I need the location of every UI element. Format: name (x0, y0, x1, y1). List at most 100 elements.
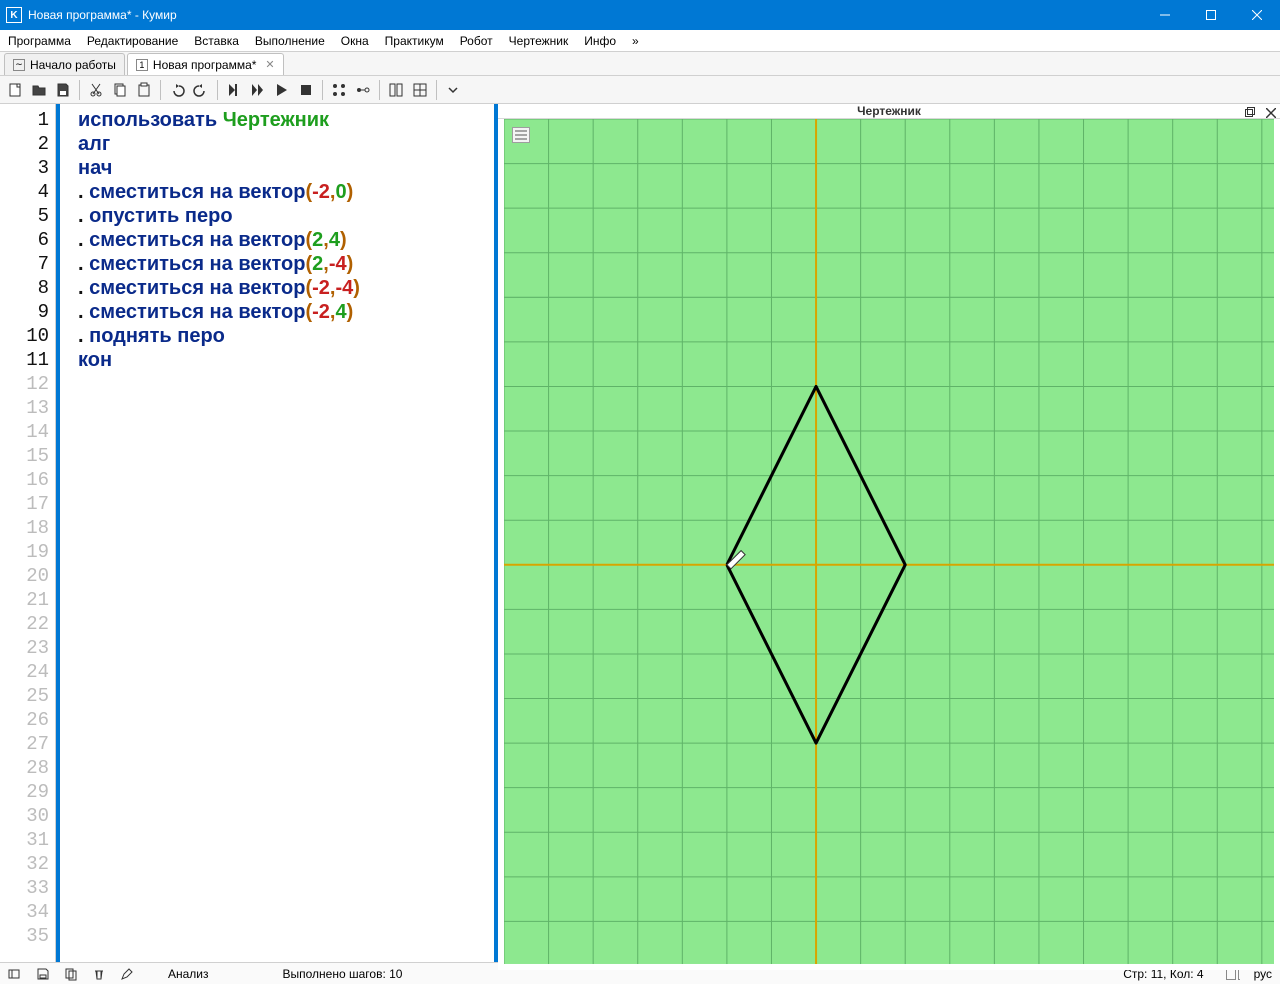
line-number: 21 (0, 588, 55, 612)
minimize-button[interactable] (1142, 0, 1188, 30)
drawer-canvas[interactable] (498, 119, 1280, 970)
save-icon[interactable] (36, 967, 50, 981)
line-number: 5 (0, 204, 55, 228)
line-number: 31 (0, 828, 55, 852)
menu-bar: ПрограммаРедактированиеВставкаВыполнение… (0, 30, 1280, 52)
menu-item-5[interactable]: Практикум (377, 30, 452, 52)
editor-pane: 1234567891011121314151617181920212223242… (0, 104, 498, 962)
tab-label: Новая программа* (153, 58, 257, 72)
code-line: . сместиться на вектор(-2,-4) (78, 276, 490, 300)
line-number: 18 (0, 516, 55, 540)
code-line: нач (78, 156, 490, 180)
status-analysis: Анализ (168, 967, 209, 981)
line-number: 24 (0, 660, 55, 684)
menu-item-1[interactable]: Редактирование (79, 30, 186, 52)
line-number: 22 (0, 612, 55, 636)
menu-item-0[interactable]: Программа (0, 30, 79, 52)
menu-item-6[interactable]: Робот (452, 30, 501, 52)
toolbar-separator (379, 80, 380, 100)
drawer-header: Чертежник (498, 104, 1280, 119)
line-gutter: 1234567891011121314151617181920212223242… (0, 104, 56, 962)
window-title: Новая программа* - Кумир (28, 8, 1142, 22)
line-number: 34 (0, 900, 55, 924)
code-line: . сместиться на вектор(2,-4) (78, 252, 490, 276)
menu-item-2[interactable]: Вставка (186, 30, 247, 52)
line-number: 14 (0, 420, 55, 444)
code-line: . сместиться на вектор(-2,4) (78, 300, 490, 324)
run-fast-button[interactable] (223, 79, 245, 101)
tab-icon: 1 (136, 59, 148, 71)
gutter-highlight (56, 104, 60, 962)
close-button[interactable] (1234, 0, 1280, 30)
line-number: 28 (0, 756, 55, 780)
copy-button[interactable] (109, 79, 131, 101)
drawer-pane: Чертежник (498, 104, 1280, 962)
line-number: 32 (0, 852, 55, 876)
tab-1[interactable]: 1 Новая программа* ✕ (127, 53, 284, 75)
line-number: 19 (0, 540, 55, 564)
grid-on-button[interactable] (328, 79, 350, 101)
code-line: . сместиться на вектор(2,4) (78, 228, 490, 252)
line-number: 35 (0, 924, 55, 948)
tab-close-icon[interactable]: ✕ (265, 58, 274, 71)
line-number: 12 (0, 372, 55, 396)
menu-item-7[interactable]: Чертежник (501, 30, 577, 52)
grid-canvas (504, 119, 1274, 964)
title-bar: K Новая программа* - Кумир (0, 0, 1280, 30)
line-number: 13 (0, 396, 55, 420)
paste-button[interactable] (133, 79, 155, 101)
layout-button[interactable] (409, 79, 431, 101)
line-number: 10 (0, 324, 55, 348)
line-number: 6 (0, 228, 55, 252)
line-number: 7 (0, 252, 55, 276)
line-number: 2 (0, 132, 55, 156)
undo-button[interactable] (166, 79, 188, 101)
save-button[interactable] (52, 79, 74, 101)
redo-button[interactable] (190, 79, 212, 101)
code-line: . опустить перо (78, 204, 490, 228)
menu-item-3[interactable]: Выполнение (247, 30, 333, 52)
line-number: 15 (0, 444, 55, 468)
toolbar (0, 76, 1280, 104)
grid-toggle-button[interactable] (352, 79, 374, 101)
ruler-button[interactable] (385, 79, 407, 101)
toolbar-separator (322, 80, 323, 100)
canvas-hamburger-icon[interactable] (512, 127, 530, 143)
status-steps: Выполнено шагов: 10 (283, 967, 403, 981)
line-number: 33 (0, 876, 55, 900)
tab-0[interactable]: ∼Начало работы (4, 53, 125, 75)
more-button[interactable] (442, 79, 464, 101)
line-number: 23 (0, 636, 55, 660)
trash-icon[interactable] (92, 967, 106, 981)
menu-item-8[interactable]: Инфо (576, 30, 624, 52)
line-number: 8 (0, 276, 55, 300)
menu-item-9[interactable]: » (624, 30, 647, 52)
drawer-title: Чертежник (857, 104, 921, 118)
line-number: 29 (0, 780, 55, 804)
line-number: 20 (0, 564, 55, 588)
tab-bar: ∼Начало работы 1 Новая программа* ✕ (0, 52, 1280, 76)
run-big-button[interactable] (271, 79, 293, 101)
tab-label: Начало работы (30, 58, 116, 72)
line-number: 11 (0, 348, 55, 372)
edit-icon[interactable] (120, 967, 134, 981)
code-editor[interactable]: использовать Чертежникалгнач. сместиться… (56, 104, 494, 962)
copy-icon[interactable] (64, 967, 78, 981)
toolbar-separator (217, 80, 218, 100)
line-number: 1 (0, 108, 55, 132)
status-icon-1[interactable] (8, 967, 22, 981)
toolbar-separator (79, 80, 80, 100)
code-line: алг (78, 132, 490, 156)
stop-button[interactable] (295, 79, 317, 101)
menu-item-4[interactable]: Окна (333, 30, 377, 52)
maximize-button[interactable] (1188, 0, 1234, 30)
line-number: 4 (0, 180, 55, 204)
line-number: 25 (0, 684, 55, 708)
line-number: 30 (0, 804, 55, 828)
run-step-button[interactable] (247, 79, 269, 101)
line-number: 26 (0, 708, 55, 732)
new-button[interactable] (4, 79, 26, 101)
open-button[interactable] (28, 79, 50, 101)
cut-button[interactable] (85, 79, 107, 101)
line-number: 17 (0, 492, 55, 516)
